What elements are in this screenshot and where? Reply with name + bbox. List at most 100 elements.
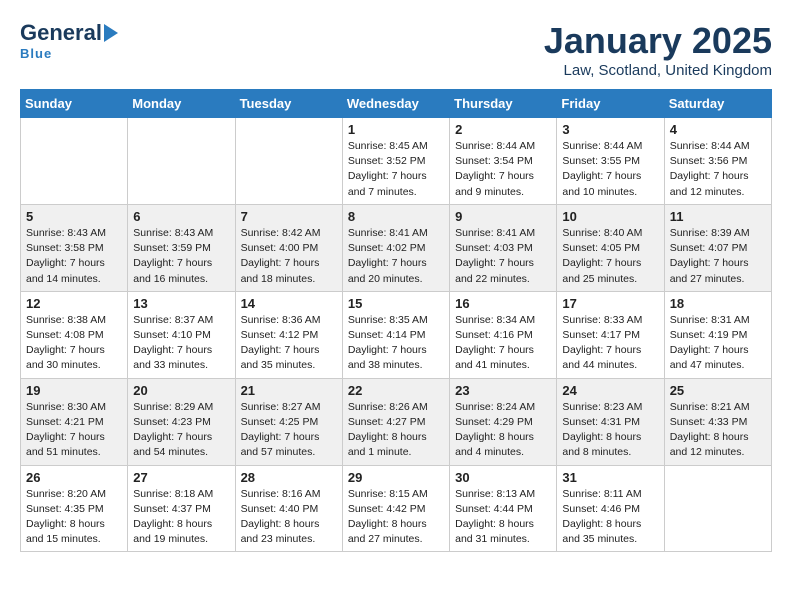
day-number: 4 <box>670 122 766 137</box>
calendar-week-row: 5 Sunrise: 8:43 AM Sunset: 3:58 PM Daylig… <box>21 204 772 291</box>
day-number: 3 <box>562 122 658 137</box>
calendar-cell: 14 Sunrise: 8:36 AM Sunset: 4:12 PM Dayli… <box>235 291 342 378</box>
day-info: Sunrise: 8:43 AM Sunset: 3:58 PM Dayligh… <box>26 226 122 287</box>
day-number: 29 <box>348 470 444 485</box>
logo-subtitle: Blue <box>20 46 52 61</box>
weekday-header: Sunday <box>21 90 128 118</box>
day-info: Sunrise: 8:41 AM Sunset: 4:03 PM Dayligh… <box>455 226 551 287</box>
day-info: Sunrise: 8:30 AM Sunset: 4:21 PM Dayligh… <box>26 400 122 461</box>
day-number: 24 <box>562 383 658 398</box>
day-number: 6 <box>133 209 229 224</box>
day-info: Sunrise: 8:34 AM Sunset: 4:16 PM Dayligh… <box>455 313 551 374</box>
calendar-cell: 10Sunrise: 8:40 AM Sunset: 4:05 PM Dayli… <box>557 204 664 291</box>
day-info: Sunrise: 8:44 AM Sunset: 3:54 PM Dayligh… <box>455 139 551 200</box>
day-number: 31 <box>562 470 658 485</box>
weekday-header: Thursday <box>450 90 557 118</box>
calendar-cell: 11 Sunrise: 8:39 AM Sunset: 4:07 PM Dayli… <box>664 204 771 291</box>
calendar-cell: 15Sunrise: 8:35 AM Sunset: 4:14 PM Dayli… <box>342 291 449 378</box>
calendar-cell: 27 Sunrise: 8:18 AM Sunset: 4:37 PM Dayli… <box>128 465 235 552</box>
calendar-cell: 30Sunrise: 8:13 AM Sunset: 4:44 PM Dayli… <box>450 465 557 552</box>
calendar-cell: 28 Sunrise: 8:16 AM Sunset: 4:40 PM Dayli… <box>235 465 342 552</box>
calendar-cell <box>128 118 235 205</box>
day-info: Sunrise: 8:18 AM Sunset: 4:37 PM Dayligh… <box>133 487 229 548</box>
day-info: Sunrise: 8:44 AM Sunset: 3:55 PM Dayligh… <box>562 139 658 200</box>
calendar-week-row: 12Sunrise: 8:38 AM Sunset: 4:08 PM Dayli… <box>21 291 772 378</box>
day-number: 5 <box>26 209 122 224</box>
calendar-cell: 13 Sunrise: 8:37 AM Sunset: 4:10 PM Dayli… <box>128 291 235 378</box>
calendar-cell <box>664 465 771 552</box>
calendar-week-row: 19 Sunrise: 8:30 AM Sunset: 4:21 PM Dayli… <box>21 378 772 465</box>
calendar-cell <box>21 118 128 205</box>
calendar-cell: 23 Sunrise: 8:24 AM Sunset: 4:29 PM Dayli… <box>450 378 557 465</box>
weekday-header: Tuesday <box>235 90 342 118</box>
calendar-week-row: 26 Sunrise: 8:20 AM Sunset: 4:35 PM Dayli… <box>21 465 772 552</box>
day-info: Sunrise: 8:24 AM Sunset: 4:29 PM Dayligh… <box>455 400 551 461</box>
calendar-cell: 26 Sunrise: 8:20 AM Sunset: 4:35 PM Dayli… <box>21 465 128 552</box>
day-number: 13 <box>133 296 229 311</box>
day-info: Sunrise: 8:16 AM Sunset: 4:40 PM Dayligh… <box>241 487 337 548</box>
day-info: Sunrise: 8:21 AM Sunset: 4:33 PM Dayligh… <box>670 400 766 461</box>
day-number: 17 <box>562 296 658 311</box>
day-number: 2 <box>455 122 551 137</box>
day-number: 12 <box>26 296 122 311</box>
day-number: 20 <box>133 383 229 398</box>
day-info: Sunrise: 8:45 AM Sunset: 3:52 PM Dayligh… <box>348 139 444 200</box>
calendar-cell: 7 Sunrise: 8:42 AM Sunset: 4:00 PM Daylig… <box>235 204 342 291</box>
day-info: Sunrise: 8:29 AM Sunset: 4:23 PM Dayligh… <box>133 400 229 461</box>
calendar-cell: 18 Sunrise: 8:31 AM Sunset: 4:19 PM Dayli… <box>664 291 771 378</box>
weekday-header: Monday <box>128 90 235 118</box>
logo-general: General <box>20 20 102 46</box>
day-number: 18 <box>670 296 766 311</box>
calendar-cell: 1 Sunrise: 8:45 AM Sunset: 3:52 PM Daylig… <box>342 118 449 205</box>
day-info: Sunrise: 8:42 AM Sunset: 4:00 PM Dayligh… <box>241 226 337 287</box>
day-info: Sunrise: 8:15 AM Sunset: 4:42 PM Dayligh… <box>348 487 444 548</box>
day-number: 15 <box>348 296 444 311</box>
day-info: Sunrise: 8:31 AM Sunset: 4:19 PM Dayligh… <box>670 313 766 374</box>
calendar-cell: 12Sunrise: 8:38 AM Sunset: 4:08 PM Dayli… <box>21 291 128 378</box>
title-section: January 2025 Law, Scotland, United Kingd… <box>544 20 772 79</box>
weekday-header: Saturday <box>664 90 771 118</box>
day-info: Sunrise: 8:36 AM Sunset: 4:12 PM Dayligh… <box>241 313 337 374</box>
calendar: SundayMondayTuesdayWednesdayThursdayFrid… <box>20 89 772 552</box>
day-number: 14 <box>241 296 337 311</box>
day-number: 16 <box>455 296 551 311</box>
day-number: 19 <box>26 383 122 398</box>
day-number: 11 <box>670 209 766 224</box>
logo-text: General <box>20 20 118 46</box>
day-number: 21 <box>241 383 337 398</box>
calendar-cell: 5 Sunrise: 8:43 AM Sunset: 3:58 PM Daylig… <box>21 204 128 291</box>
day-info: Sunrise: 8:41 AM Sunset: 4:02 PM Dayligh… <box>348 226 444 287</box>
calendar-cell: 6Sunrise: 8:43 AM Sunset: 3:59 PM Daylig… <box>128 204 235 291</box>
calendar-cell: 22Sunrise: 8:26 AM Sunset: 4:27 PM Dayli… <box>342 378 449 465</box>
day-info: Sunrise: 8:20 AM Sunset: 4:35 PM Dayligh… <box>26 487 122 548</box>
day-info: Sunrise: 8:40 AM Sunset: 4:05 PM Dayligh… <box>562 226 658 287</box>
day-info: Sunrise: 8:37 AM Sunset: 4:10 PM Dayligh… <box>133 313 229 374</box>
day-info: Sunrise: 8:13 AM Sunset: 4:44 PM Dayligh… <box>455 487 551 548</box>
day-number: 7 <box>241 209 337 224</box>
calendar-cell: 16 Sunrise: 8:34 AM Sunset: 4:16 PM Dayli… <box>450 291 557 378</box>
page-header: General Blue January 2025 Law, Scotland,… <box>20 20 772 79</box>
day-number: 22 <box>348 383 444 398</box>
weekday-header: Friday <box>557 90 664 118</box>
day-info: Sunrise: 8:27 AM Sunset: 4:25 PM Dayligh… <box>241 400 337 461</box>
day-number: 26 <box>26 470 122 485</box>
day-number: 23 <box>455 383 551 398</box>
calendar-cell: 8 Sunrise: 8:41 AM Sunset: 4:02 PM Daylig… <box>342 204 449 291</box>
day-number: 27 <box>133 470 229 485</box>
calendar-cell <box>235 118 342 205</box>
calendar-cell: 24Sunrise: 8:23 AM Sunset: 4:31 PM Dayli… <box>557 378 664 465</box>
calendar-cell: 17 Sunrise: 8:33 AM Sunset: 4:17 PM Dayli… <box>557 291 664 378</box>
day-number: 28 <box>241 470 337 485</box>
day-info: Sunrise: 8:33 AM Sunset: 4:17 PM Dayligh… <box>562 313 658 374</box>
location: Law, Scotland, United Kingdom <box>544 62 772 79</box>
calendar-week-row: 1 Sunrise: 8:45 AM Sunset: 3:52 PM Daylig… <box>21 118 772 205</box>
day-number: 1 <box>348 122 444 137</box>
calendar-cell: 9Sunrise: 8:41 AM Sunset: 4:03 PM Daylig… <box>450 204 557 291</box>
day-info: Sunrise: 8:39 AM Sunset: 4:07 PM Dayligh… <box>670 226 766 287</box>
day-number: 8 <box>348 209 444 224</box>
day-number: 25 <box>670 383 766 398</box>
day-info: Sunrise: 8:44 AM Sunset: 3:56 PM Dayligh… <box>670 139 766 200</box>
calendar-cell: 3 Sunrise: 8:44 AM Sunset: 3:55 PM Daylig… <box>557 118 664 205</box>
calendar-header-row: SundayMondayTuesdayWednesdayThursdayFrid… <box>21 90 772 118</box>
calendar-cell: 4 Sunrise: 8:44 AM Sunset: 3:56 PM Daylig… <box>664 118 771 205</box>
